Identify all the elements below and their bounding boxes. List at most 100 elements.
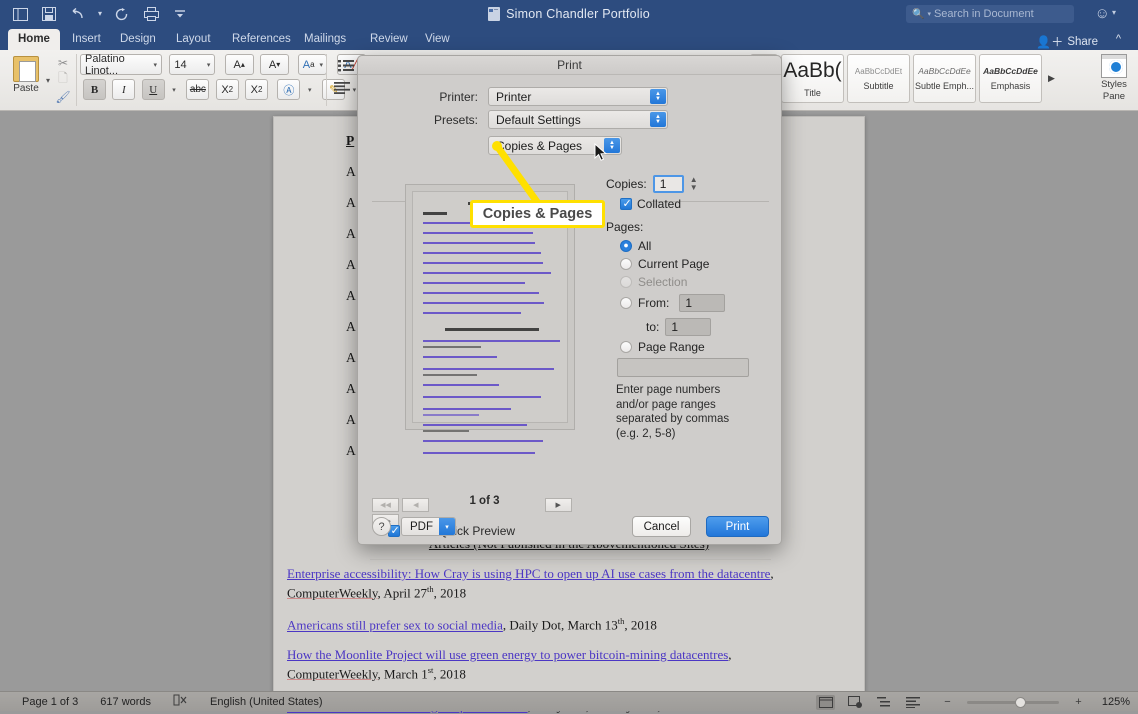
tab-references[interactable]: References [222,29,301,50]
share-label: Share [1067,35,1098,48]
presets-value: Default Settings [496,112,581,127]
tab-home[interactable]: Home [8,29,60,50]
print-dialog-footer: ? PDF ▾ Cancel Print [358,508,783,546]
draft-view-icon[interactable] [903,695,922,710]
print-button[interactable]: Print [706,516,769,537]
copies-input[interactable]: 1 [652,175,684,193]
to-input[interactable]: 1 [665,318,712,336]
radio-page-range-icon[interactable] [620,341,632,353]
paste-dropdown-icon[interactable]: ▾ [46,76,50,85]
page-range-input[interactable] [617,358,749,377]
chevron-down-icon: ▾ [206,61,211,69]
style-subtitle[interactable]: AaBbCcDdEt Subtitle [847,54,910,103]
paste-button[interactable]: Paste [6,54,46,94]
dialog-footer-divider [370,559,771,560]
font-name-select[interactable]: Palatino Linot... ▾ [80,53,162,77]
printer-row: Printer: Printer ▲ ▼ [358,87,783,106]
collated-checkbox[interactable] [620,197,632,210]
bold-button[interactable]: B [83,79,106,100]
article-publication: ComputerWeekly [287,665,378,681]
underline-dropdown-icon[interactable]: ▾ [168,79,180,100]
article-publication: ComputerWeekly [287,584,378,600]
format-painter-icon[interactable]: 🖌 [53,88,73,105]
tab-mailings[interactable]: Mailings [294,29,356,50]
zoom-out-button[interactable]: − [938,695,957,710]
zoom-level[interactable]: 125% [1098,696,1130,708]
collated-row[interactable]: Collated [620,197,681,211]
zoom-in-button[interactable]: + [1069,695,1088,710]
text-effects-dropdown-icon[interactable]: ▾ [304,79,316,100]
copies-stepper-icon[interactable]: ▲ ▼ [690,176,698,192]
font-size-select[interactable]: 14 ▾ [169,54,216,75]
search-dropdown-icon[interactable]: ▾ [927,10,931,18]
pages-option-current-page[interactable]: Current Page [620,257,709,271]
cancel-button[interactable]: Cancel [632,516,691,537]
zoom-slider-handle[interactable] [1015,696,1026,708]
feedback-smiley-icon[interactable]: ☺ ▾ [1095,5,1116,25]
font-size-value: 14 [174,58,187,71]
ribbon-tab-bar: Home Insert Design Layout References Mai… [0,29,1138,50]
paste-label: Paste [13,83,39,94]
superscript-button[interactable]: X2 [245,79,269,100]
pages-option-selection: Selection [620,275,687,289]
radio-from-icon[interactable] [620,297,632,309]
styles-pane-icon [1101,54,1127,78]
style-emphasis[interactable]: AaBbCcDdEe Emphasis [979,54,1042,103]
tab-review[interactable]: Review [360,29,418,50]
style-title[interactable]: AaBb( Title [781,54,844,103]
align-left-icon[interactable] [334,82,358,104]
pdf-dropdown-icon[interactable]: ▾ [439,518,455,535]
page-indicator[interactable]: Page 1 of 3 [22,696,78,708]
collapse-ribbon-icon[interactable]: ^ [1116,33,1121,45]
from-input[interactable]: 1 [679,294,726,312]
zoom-slider[interactable] [967,696,1059,708]
tab-insert[interactable]: Insert [62,29,111,50]
stepper-icon[interactable]: ▲ ▼ [650,89,666,104]
article-link[interactable]: Americans still prefer sex to social med… [287,618,503,633]
tab-view[interactable]: View [415,29,460,50]
web-layout-view-icon[interactable] [845,695,864,710]
shrink-font-button[interactable]: A ▾ [260,54,290,75]
radio-current-page-icon[interactable] [620,258,632,270]
change-case-button[interactable]: Aa ▾ [298,54,328,75]
article-entry: Enterprise accessibility: How Cray is us… [287,566,774,600]
print-layout-view-icon[interactable] [816,694,835,710]
language-indicator[interactable]: English (United States) [210,696,323,708]
proofing-icon[interactable] [173,694,188,709]
share-button[interactable]: 👤＋ Share [1036,33,1098,50]
pages-option-all[interactable]: All [620,239,651,253]
styles-pane-label-line2: Pane [1102,91,1126,102]
tab-design[interactable]: Design [110,29,166,50]
tab-layout[interactable]: Layout [166,29,221,50]
strikethrough-button[interactable]: abc [186,79,210,100]
word-count[interactable]: 617 words [100,696,151,708]
article-date-sup: th [427,583,434,594]
radio-all-icon[interactable] [620,240,632,252]
add-person-icon: 👤＋ [1036,35,1064,49]
pdf-button[interactable]: PDF ▾ [401,517,456,536]
outline-view-icon[interactable] [874,695,893,710]
presets-select[interactable]: Default Settings ▲ ▼ [488,110,668,129]
italic-button[interactable]: I [112,79,136,100]
pages-option-from[interactable]: From: 1 [620,294,726,312]
printer-select[interactable]: Printer ▲ ▼ [488,87,668,106]
stepper-icon[interactable]: ▲ ▼ [650,112,666,127]
search-placeholder: Search in Document [933,8,1034,20]
style-subtle-emphasis[interactable]: AaBbCcDdEe Subtle Emph... [913,54,976,103]
underline-button[interactable]: U [141,79,165,100]
subscript-button[interactable]: X2 [215,79,239,100]
search-input[interactable]: 🔍 ▾ Search in Document [906,5,1074,23]
pages-option-page-range[interactable]: Page Range [620,340,705,354]
article-link[interactable]: How the Moonlite Project will use green … [287,647,728,662]
callout-label: Copies & Pages [470,200,605,228]
help-button[interactable]: ? [372,517,391,536]
copy-icon[interactable]: 🗋 [53,71,73,88]
print-dialog[interactable]: Print Printer: Printer ▲ ▼ Presets: Defau… [357,55,783,560]
style-gallery-more-icon[interactable]: ▶ [1045,73,1058,84]
presets-row: Presets: Default Settings ▲ ▼ [358,110,783,129]
article-link[interactable]: Enterprise accessibility: How Cray is us… [287,566,770,581]
styles-pane-button[interactable]: Styles Pane [1094,54,1134,102]
text-effects-button[interactable]: Ⓐ [277,79,301,100]
grow-font-button[interactable]: A ▴ [224,54,254,75]
bullet-list-icon[interactable] [334,54,358,76]
